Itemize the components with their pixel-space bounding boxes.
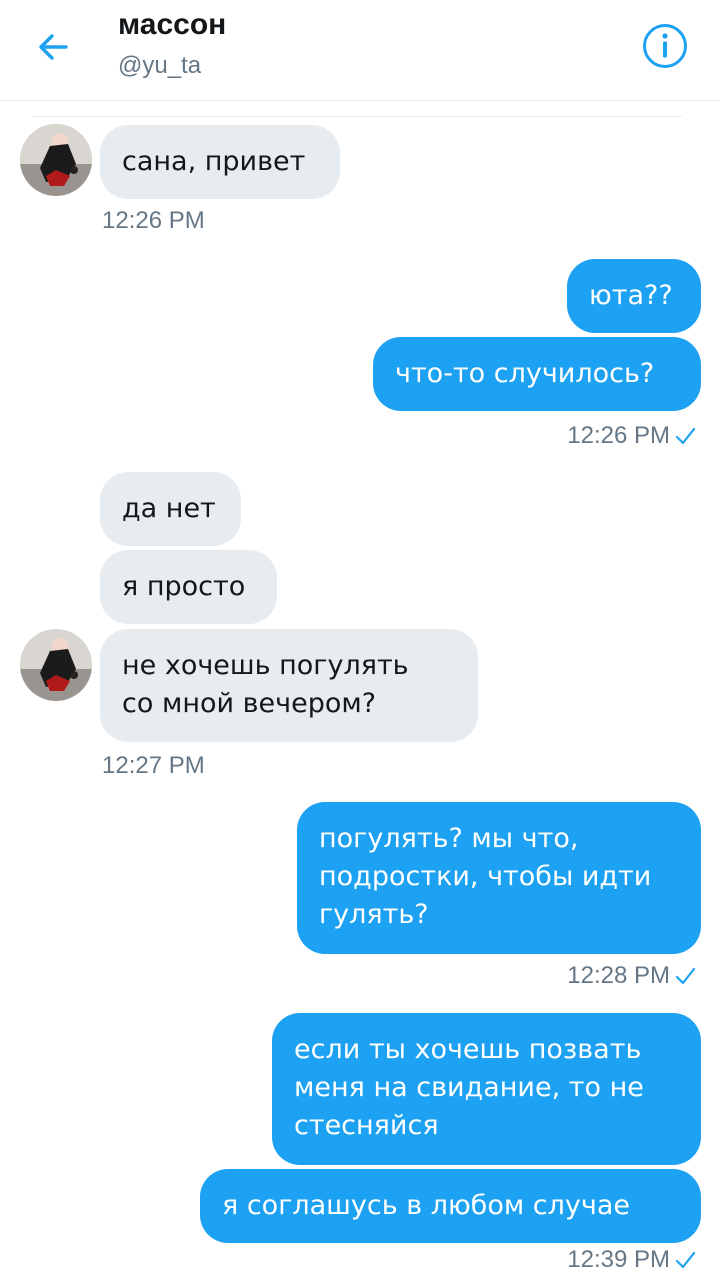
message-text-line: если ты хочешь позвать: [294, 1034, 642, 1065]
message-text: юта??: [589, 280, 673, 311]
message-text: да нет: [122, 493, 216, 524]
divider: [32, 116, 682, 117]
message-text-line: не хочешь погулять: [122, 650, 409, 681]
info-icon: [643, 24, 687, 68]
message-timestamp: 12:28 PM: [567, 962, 696, 990]
message-text-line: меня на свидание, то не: [294, 1072, 644, 1103]
back-button[interactable]: [30, 24, 76, 70]
timestamp-text: 12:26 PM: [567, 422, 670, 449]
message-timestamp: 12:39 PM: [567, 1246, 696, 1274]
message-text-line: погулять? мы что,: [319, 823, 579, 854]
checkmark-icon: [674, 1249, 696, 1271]
message-bubble-incoming[interactable]: да нет: [100, 472, 241, 546]
message-timestamp: 12:26 PM: [567, 422, 696, 450]
info-button[interactable]: [641, 22, 689, 70]
arrow-left-icon: [39, 34, 68, 60]
message-text: я просто: [122, 571, 246, 602]
message-bubble-incoming[interactable]: не хочешь погулять со мной вечером?: [100, 629, 478, 742]
message-text-line: подростки, чтобы идти: [319, 861, 652, 892]
message-text: я соглашусь в любом случае: [222, 1190, 630, 1221]
avatar-photo: [20, 124, 92, 196]
message-timestamp: 12:26 PM: [102, 207, 205, 234]
message-text: что-то случилось?: [395, 358, 655, 389]
message-bubble-outgoing[interactable]: что-то случилось?: [373, 337, 701, 411]
message-bubble-incoming[interactable]: я просто: [100, 550, 277, 624]
avatar-photo: [20, 629, 92, 701]
message-text-line: стесняйся: [294, 1110, 439, 1141]
avatar[interactable]: [20, 629, 92, 701]
timestamp-text: 12:39 PM: [567, 1246, 670, 1273]
message-bubble-outgoing[interactable]: погулять? мы что, подростки, чтобы идти …: [297, 802, 701, 954]
message-bubble-incoming[interactable]: сана, привет: [100, 125, 340, 199]
conversation-header: массон @yu_ta: [0, 0, 720, 101]
conversation-title[interactable]: массон: [118, 8, 226, 42]
message-bubble-outgoing[interactable]: я соглашусь в любом случае: [200, 1169, 701, 1243]
checkmark-icon: [674, 965, 696, 987]
timestamp-text: 12:28 PM: [567, 962, 670, 989]
avatar[interactable]: [20, 124, 92, 196]
conversation-handle[interactable]: @yu_ta: [118, 52, 201, 80]
message-text: сана, привет: [122, 146, 306, 177]
message-timestamp: 12:27 PM: [102, 752, 205, 779]
checkmark-icon: [674, 425, 696, 447]
message-bubble-outgoing[interactable]: если ты хочешь позвать меня на свидание,…: [272, 1013, 701, 1165]
message-text-line: со мной вечером?: [122, 688, 377, 719]
message-bubble-outgoing[interactable]: юта??: [567, 259, 701, 333]
message-text-line: гулять?: [319, 899, 429, 930]
